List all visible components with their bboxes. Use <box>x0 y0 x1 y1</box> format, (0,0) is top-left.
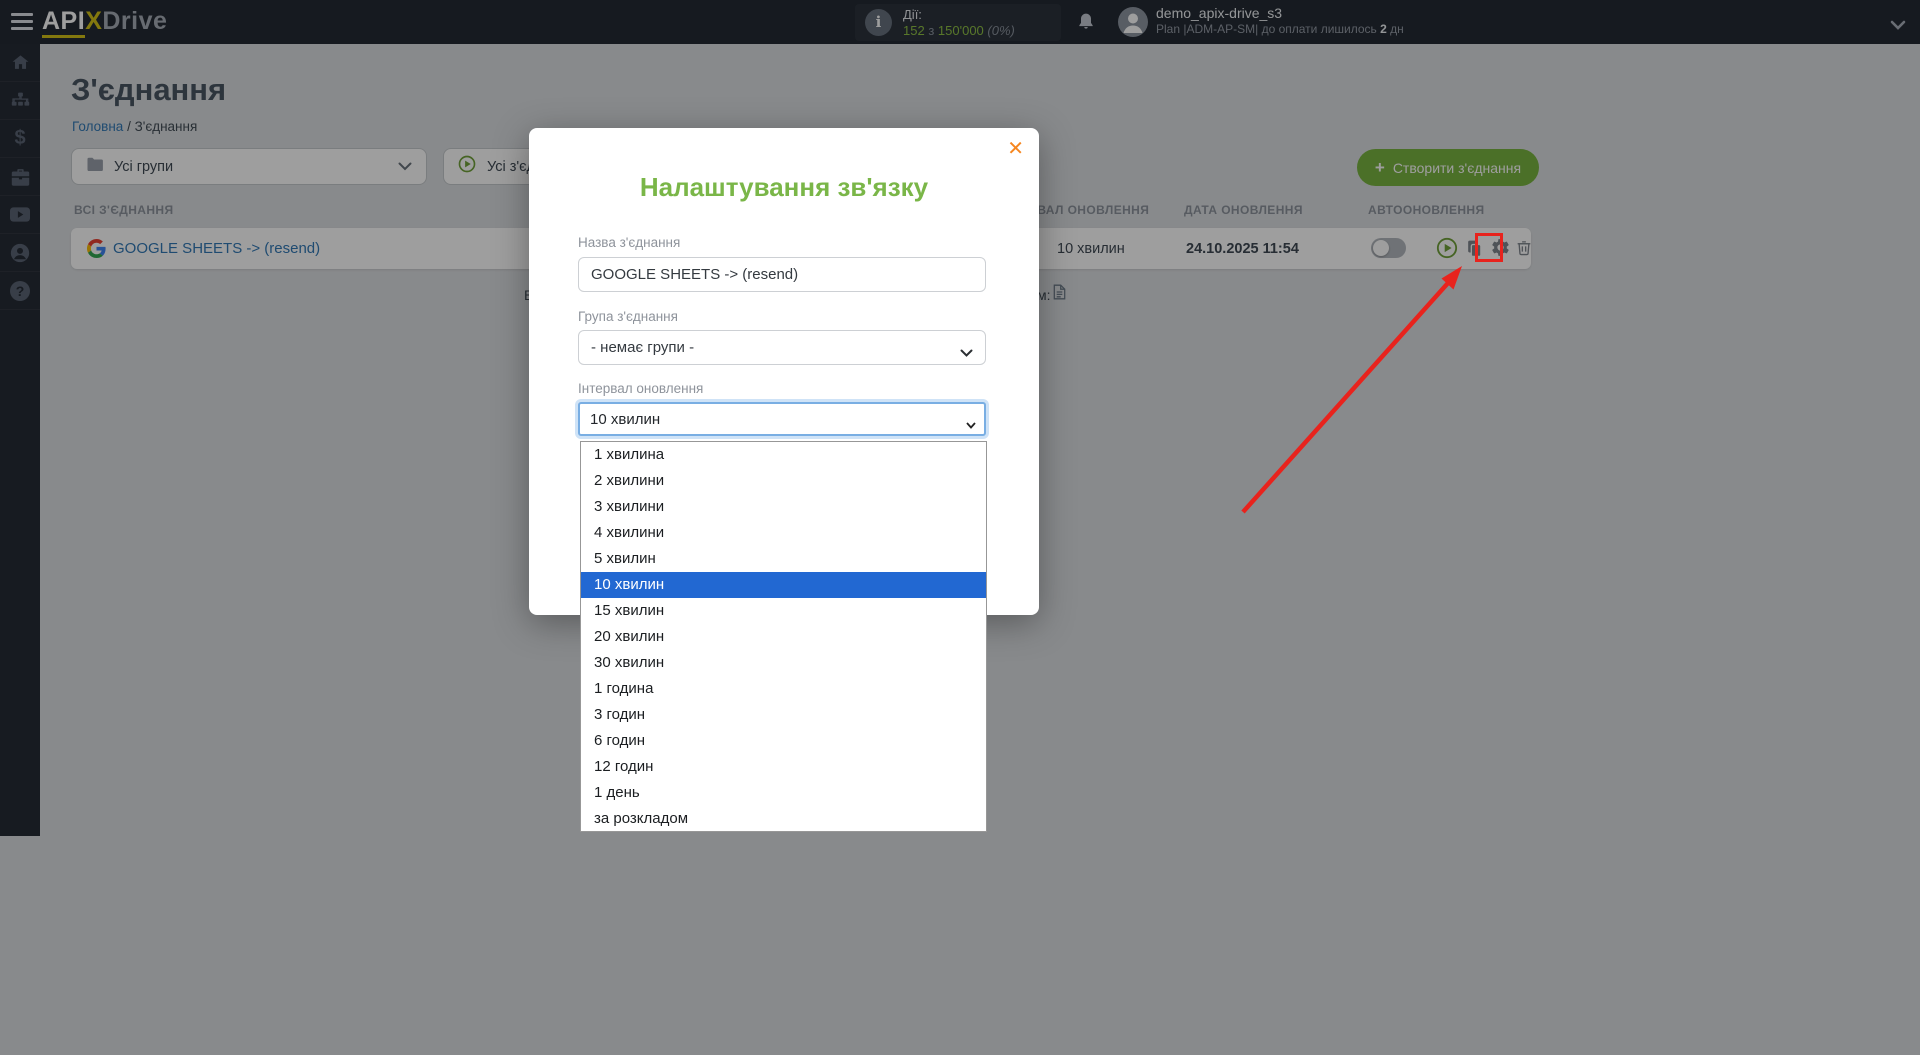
chevron-down-icon <box>960 344 973 361</box>
interval-option[interactable]: за розкладом <box>581 806 986 832</box>
interval-option[interactable]: 30 хвилин <box>581 650 986 676</box>
interval-select-value: 10 хвилин <box>590 411 660 428</box>
interval-option[interactable]: 1 день <box>581 780 986 806</box>
group-field-label: Група з'єднання <box>578 309 678 324</box>
interval-option[interactable]: 3 годин <box>581 702 986 728</box>
group-select-value: - немає групи - <box>591 339 694 356</box>
interval-option[interactable]: 12 годин <box>581 754 986 780</box>
interval-option[interactable]: 1 хвилина <box>581 442 986 468</box>
close-icon[interactable]: ✕ <box>1007 136 1024 161</box>
interval-option[interactable]: 10 хвилин <box>581 572 986 598</box>
interval-select[interactable]: 10 хвилин <box>578 402 986 436</box>
interval-option[interactable]: 6 годин <box>581 728 986 754</box>
group-select[interactable]: - немає групи - <box>578 330 986 365</box>
modal-title: Налаштування зв'язку <box>529 172 1039 203</box>
interval-listbox: 1 хвилина2 хвилини3 хвилини4 хвилини5 хв… <box>580 441 987 832</box>
interval-option[interactable]: 3 хвилини <box>581 494 986 520</box>
interval-option[interactable]: 5 хвилин <box>581 546 986 572</box>
interval-option[interactable]: 4 хвилини <box>581 520 986 546</box>
interval-option[interactable]: 15 хвилин <box>581 598 986 624</box>
interval-field-label: Інтервал оновлення <box>578 381 703 396</box>
chevron-down-icon <box>966 416 976 433</box>
interval-option[interactable]: 2 хвилини <box>581 468 986 494</box>
name-field-label: Назва з'єднання <box>578 235 680 250</box>
interval-option[interactable]: 20 хвилин <box>581 624 986 650</box>
connection-name-input[interactable] <box>578 257 986 292</box>
interval-option[interactable]: 1 година <box>581 676 986 702</box>
